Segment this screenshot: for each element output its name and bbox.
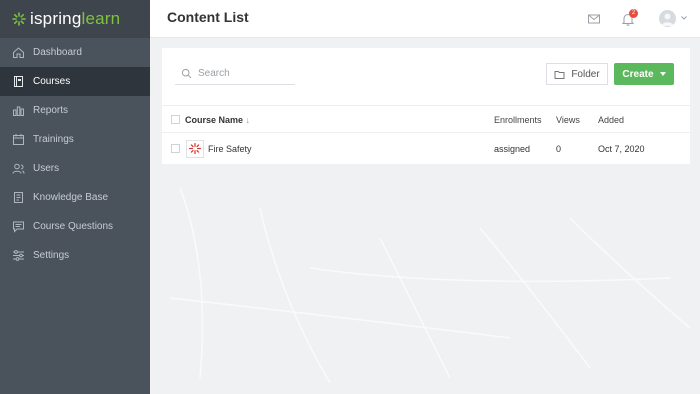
logo-text: ispringlearn [30,9,121,28]
course-name[interactable]: Fire Safety [208,144,252,154]
create-button[interactable]: Create [614,63,674,85]
logo[interactable]: ispringlearn [0,0,150,38]
column-header-views[interactable]: Views [556,115,580,125]
book-icon [12,75,25,88]
sidebar: ispringlearn Dashboard Courses Reports T… [0,0,150,394]
home-icon [12,46,25,59]
folder-icon [554,70,565,79]
sidebar-item-label: Settings [33,250,70,261]
bar-chart-icon [12,104,25,117]
users-icon [12,162,25,175]
column-header-added[interactable]: Added [598,115,624,125]
sidebar-item-label: Knowledge Base [33,192,109,203]
chevron-down-icon[interactable] [680,14,688,22]
sidebar-item-label: Courses [33,76,71,87]
search-icon [181,68,192,79]
column-header-enrollments[interactable]: Enrollments [494,115,542,125]
user-avatar-icon [661,13,674,26]
sidebar-item-trainings[interactable]: Trainings [0,125,150,154]
views-value: 0 [556,144,562,154]
content-panel: Folder Create Course Name ↓ Enrollments … [162,48,690,164]
sidebar-item-users[interactable]: Users [0,154,150,183]
table-row[interactable]: Fire Safety assigned 0 Oct 7, 2020 [162,134,690,164]
row-checkbox[interactable] [171,144,180,153]
create-button-label: Create [622,68,654,80]
chat-icon [12,220,25,233]
folder-button-label: Folder [571,68,600,80]
sidebar-item-label: Reports [33,105,69,116]
ispring-logo-icon [12,12,26,26]
course-thumbnail [186,140,204,158]
sidebar-item-settings[interactable]: Settings [0,241,150,270]
page-title: Content List [167,9,249,25]
sidebar-item-dashboard[interactable]: Dashboard [0,38,150,67]
search-input[interactable] [198,68,288,79]
added-value: Oct 7, 2020 [598,144,645,154]
sliders-icon [12,249,25,262]
sidebar-item-knowledge-base[interactable]: Knowledge Base [0,183,150,212]
knowledge-base-icon [12,191,25,204]
select-all-checkbox[interactable] [171,115,180,124]
sidebar-nav: Dashboard Courses Reports Trainings User… [0,38,150,270]
top-bar: Content List 2 [150,0,700,38]
sidebar-item-label: Trainings [33,134,74,145]
search-box[interactable] [175,63,295,85]
column-header-course-name[interactable]: Course Name ↓ [185,115,250,125]
mail-icon[interactable] [587,12,601,26]
calendar-icon [12,133,25,146]
sort-arrow-icon: ↓ [245,115,251,125]
notification-badge: 2 [629,9,638,18]
sidebar-item-course-questions[interactable]: Course Questions [0,212,150,241]
enrollments-value: assigned [494,144,531,154]
sidebar-item-reports[interactable]: Reports [0,96,150,125]
sidebar-item-courses[interactable]: Courses [0,67,150,96]
sidebar-item-label: Users [33,163,60,174]
table-header: Course Name ↓ Enrollments Views Added [162,105,690,133]
sidebar-item-label: Dashboard [33,47,82,58]
folder-button[interactable]: Folder [546,63,608,85]
sidebar-item-label: Course Questions [33,221,114,232]
avatar[interactable] [659,10,676,27]
caret-down-icon [659,72,666,76]
ispring-course-icon [189,143,201,155]
